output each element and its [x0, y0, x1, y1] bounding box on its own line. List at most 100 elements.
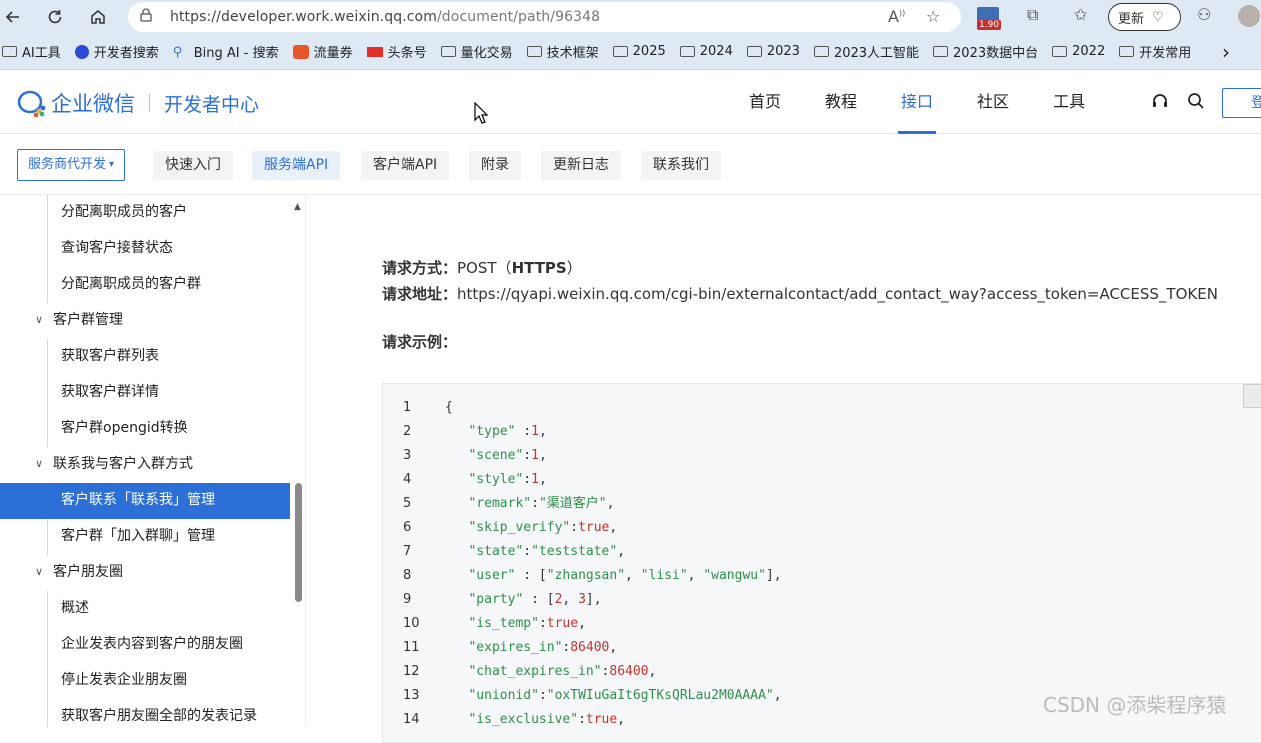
copilot-icon[interactable]: ⚇ [1197, 5, 1211, 24]
code-token: , [687, 568, 704, 583]
code-token: 86400 [570, 640, 610, 655]
code-text: "state":"teststate", [445, 540, 625, 564]
avatar[interactable] [1238, 5, 1260, 27]
sidebar-item-label: 概述 [61, 600, 89, 616]
sub-nav-tab[interactable]: 客户端API [361, 151, 450, 180]
code-text: "user" : ["zhangsan", "lisi", "wangwu"], [445, 564, 781, 588]
code-token: "渠道客户" [538, 496, 607, 511]
sidebar-item[interactable]: 停止发表企业朋友圈 [0, 663, 290, 699]
main-nav-item[interactable]: 教程 [825, 70, 857, 134]
update-label: 更新 [1118, 11, 1145, 27]
sidebar-item[interactable]: 企业发表内容到客户的朋友圈 [0, 627, 290, 663]
sidebar-group[interactable]: ∨ 联系我与客户入群方式 [0, 447, 290, 483]
sidebar-item[interactable]: 获取客户群详情 [0, 375, 290, 411]
bookmark-item[interactable]: 2025 [612, 44, 666, 59]
main-nav-item[interactable]: 工具 [1053, 70, 1085, 134]
sidebar-item[interactable]: 客户群「加入群聊」管理 [0, 519, 290, 555]
code-text: "is_temp":true, [445, 612, 585, 636]
headset-support-icon[interactable] [1151, 92, 1169, 114]
bookmark-item[interactable]: 开发者搜索 [74, 42, 159, 61]
code-text: "is_exclusive":true, [445, 708, 625, 732]
line-number: 6 [403, 520, 412, 535]
bookmark-item[interactable]: 技术框架 [526, 42, 599, 61]
request-url: 请求地址：https://qyapi.weixin.qq.com/cgi-bin… [382, 283, 1218, 304]
sidebar-group[interactable]: ∨ 客户朋友圈 [0, 555, 290, 591]
folder-icon [746, 46, 762, 57]
favorites-icon[interactable]: ✩ [1074, 5, 1087, 24]
sidebar-item-label: 获取客户朋友圈全部的发表记录 [61, 708, 257, 724]
line-number: 14 [403, 712, 420, 727]
bookmark-item[interactable]: 开发常用 [1119, 42, 1191, 61]
code-line: 1{ [383, 396, 1261, 420]
line-number: 12 [403, 664, 420, 679]
back-icon[interactable] [0, 4, 26, 30]
sidebar-item-label: 客户群「加入群聊」管理 [61, 528, 215, 544]
sub-nav-tab[interactable]: 服务端API [252, 151, 341, 180]
heart-pulse-icon: ♡ [1152, 9, 1164, 25]
sidebar-item[interactable]: 概述 [0, 591, 290, 627]
wecom-logo-icon [17, 89, 46, 118]
sub-nav-tab[interactable]: 更新日志 [541, 151, 621, 180]
folder-icon [2, 46, 17, 57]
bookmark-item[interactable]: 头条号 [366, 42, 427, 61]
sub-nav-tab[interactable]: 附录 [469, 151, 521, 180]
request-method-close: ） [566, 259, 582, 277]
main-nav-item[interactable]: 社区 [977, 70, 1009, 134]
favorite-star-icon[interactable]: ☆ [926, 7, 940, 26]
address-bar[interactable]: https://developer.work.weixin.qq.com/doc… [128, 2, 961, 32]
sub-nav-tab[interactable]: 联系我们 [641, 151, 721, 180]
scroll-up-arrow-icon[interactable]: ▲ [294, 202, 301, 212]
request-example-label: 请求示例： [382, 333, 458, 351]
url-path: /document/path/96348 [436, 9, 601, 25]
bookmark-item[interactable]: 量化交易 [440, 42, 513, 61]
sidebar-item-label: 停止发表企业朋友圈 [61, 672, 187, 688]
code-token: "type" [468, 424, 516, 439]
sidebar-scrollbar[interactable] [292, 195, 304, 727]
sidebar-item-label: 查询客户接替状态 [61, 240, 173, 256]
read-aloud-icon[interactable]: A)) [888, 7, 905, 26]
extensions-puzzle-icon[interactable]: ⧉ [1027, 5, 1038, 25]
bookmark-item[interactable]: 2023数据中台 [933, 42, 1038, 61]
bookmark-label: 量化交易 [460, 46, 513, 61]
sidebar-item[interactable]: 查询客户接替状态 [0, 231, 290, 267]
update-button[interactable]: 更新 ♡ [1108, 3, 1181, 31]
sidebar-item[interactable]: 客户群opengid转换 [0, 411, 290, 447]
code-text: "expires_in":86400, [445, 636, 617, 660]
doc-sidebar: 分配离职成员的客户查询客户接替状态分配离职成员的客户群 ∨ 客户群管理 获取客户群列表… [0, 195, 306, 727]
search-icon[interactable] [1187, 92, 1205, 114]
mouse-cursor-icon [474, 102, 488, 124]
bookmarks-overflow-chevron-icon[interactable]: › [1222, 40, 1230, 64]
bookmark-item[interactable]: 2024 [679, 44, 733, 59]
sidebar-item[interactable]: 分配离职成员的客户 [0, 195, 290, 231]
logo-text: 企业微信 [51, 92, 135, 116]
sidebar-item[interactable]: 分配离职成员的客户群 [0, 267, 290, 303]
site-logo[interactable]: 企业微信 开发者中心 [17, 88, 259, 118]
login-button[interactable]: 登 [1222, 88, 1261, 118]
main-nav-item[interactable]: 接口 [898, 70, 937, 134]
home-icon[interactable] [85, 4, 111, 30]
category-select[interactable]: 服务商代开发 ▾ [17, 149, 125, 181]
main-nav-item[interactable]: 首页 [749, 70, 781, 134]
code-token: "user" [468, 568, 516, 583]
watermark: CSDN @添柴程序猿 [1043, 693, 1227, 717]
bookmark-label: 开发常用 [1139, 46, 1192, 61]
bookmark-item[interactable]: 2023 [746, 44, 800, 59]
sidebar-scroll-thumb[interactable] [295, 483, 302, 602]
sidebar-group[interactable]: ∨ 客户群管理 [0, 303, 290, 339]
bookmark-item[interactable]: ⚲ Bing AI - 搜索 [173, 42, 279, 62]
extension-icon[interactable]: 1.90 [977, 5, 1003, 30]
sidebar-item[interactable]: 获取客户群列表 [0, 339, 290, 375]
bookmark-item[interactable]: AI工具 [2, 42, 61, 61]
bookmark-item[interactable]: 2022 [1052, 44, 1105, 59]
sidebar-item[interactable]: 获取客户朋友圈全部的发表记录 [0, 699, 290, 727]
sidebar-item[interactable]: 客户联系「联系我」管理 [0, 483, 290, 519]
refresh-icon[interactable] [42, 4, 68, 30]
bookmark-item[interactable]: 流量券 [292, 42, 353, 61]
code-line: 3 "scene":1, [383, 444, 1261, 468]
sub-nav-tab[interactable]: 快速入门 [153, 151, 233, 180]
bookmark-item[interactable]: 2023人工智能 [813, 42, 919, 61]
